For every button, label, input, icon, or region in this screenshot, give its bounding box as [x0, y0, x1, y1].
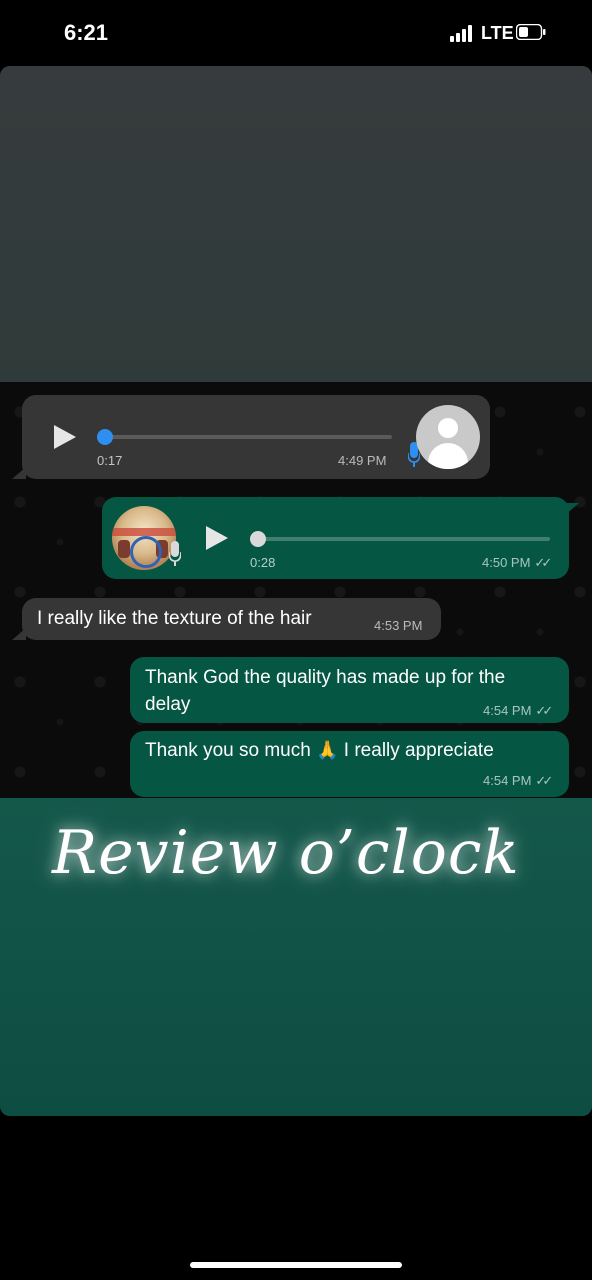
outgoing-text-message[interactable]: Thank you so much 🙏 I really appreciate …	[130, 731, 569, 797]
outgoing-voice-message[interactable]: 0:28 4:50 PM ✓✓	[102, 497, 579, 579]
play-icon[interactable]	[54, 425, 76, 449]
message-time: 4:54 PM ✓✓	[483, 703, 553, 718]
voice-progress-knob[interactable]	[97, 429, 113, 445]
story-caption: Review o’clock	[52, 818, 520, 888]
sender-photo[interactable]	[112, 506, 176, 570]
incoming-voice-message[interactable]: 0:17 4:49 PM	[12, 395, 490, 479]
voice-duration: 0:28	[250, 555, 276, 570]
signal-icon	[450, 25, 472, 42]
voice-track[interactable]	[258, 537, 550, 541]
voice-progress-knob[interactable]	[250, 531, 266, 547]
avatar-placeholder-icon[interactable]	[416, 405, 480, 469]
network-type: LTE	[481, 23, 514, 43]
message-text: I really like the texture of the hair	[37, 608, 312, 629]
story-card[interactable]: 0:17 4:49 PM 0:28 4:50 PM ✓✓ I really li…	[0, 66, 592, 1116]
play-icon[interactable]	[206, 526, 228, 550]
incoming-text-message[interactable]: I really like the texture of the hair 4:…	[12, 598, 441, 640]
message-time: 4:50 PM ✓✓	[482, 555, 552, 570]
message-time: 4:49 PM	[338, 453, 387, 468]
folded-hands-emoji: 🙏	[316, 740, 339, 760]
double-check-icon: ✓✓	[535, 703, 553, 718]
message-text: Thank you so much 🙏 I really appreciate	[145, 737, 494, 764]
voice-duration: 0:17	[97, 453, 123, 468]
outgoing-text-message[interactable]: Thank God the quality has made up for th…	[130, 657, 569, 723]
microphone-icon	[169, 541, 181, 566]
battery-icon	[516, 24, 546, 40]
message-time: 4:53 PM	[374, 618, 423, 633]
status-bar: 6:21 LTE	[0, 0, 592, 64]
home-indicator[interactable]	[190, 1262, 402, 1268]
blank-header-panel	[0, 66, 592, 382]
message-time: 4:54 PM ✓✓	[483, 773, 553, 788]
caption-panel: Review o’clock	[0, 798, 592, 1116]
double-check-icon: ✓✓	[534, 555, 552, 570]
double-check-icon: ✓✓	[535, 773, 553, 788]
voice-track[interactable]	[104, 435, 392, 439]
chat-screenshot: 0:17 4:49 PM 0:28 4:50 PM ✓✓ I really li…	[0, 382, 592, 798]
status-time: 6:21	[64, 20, 109, 45]
